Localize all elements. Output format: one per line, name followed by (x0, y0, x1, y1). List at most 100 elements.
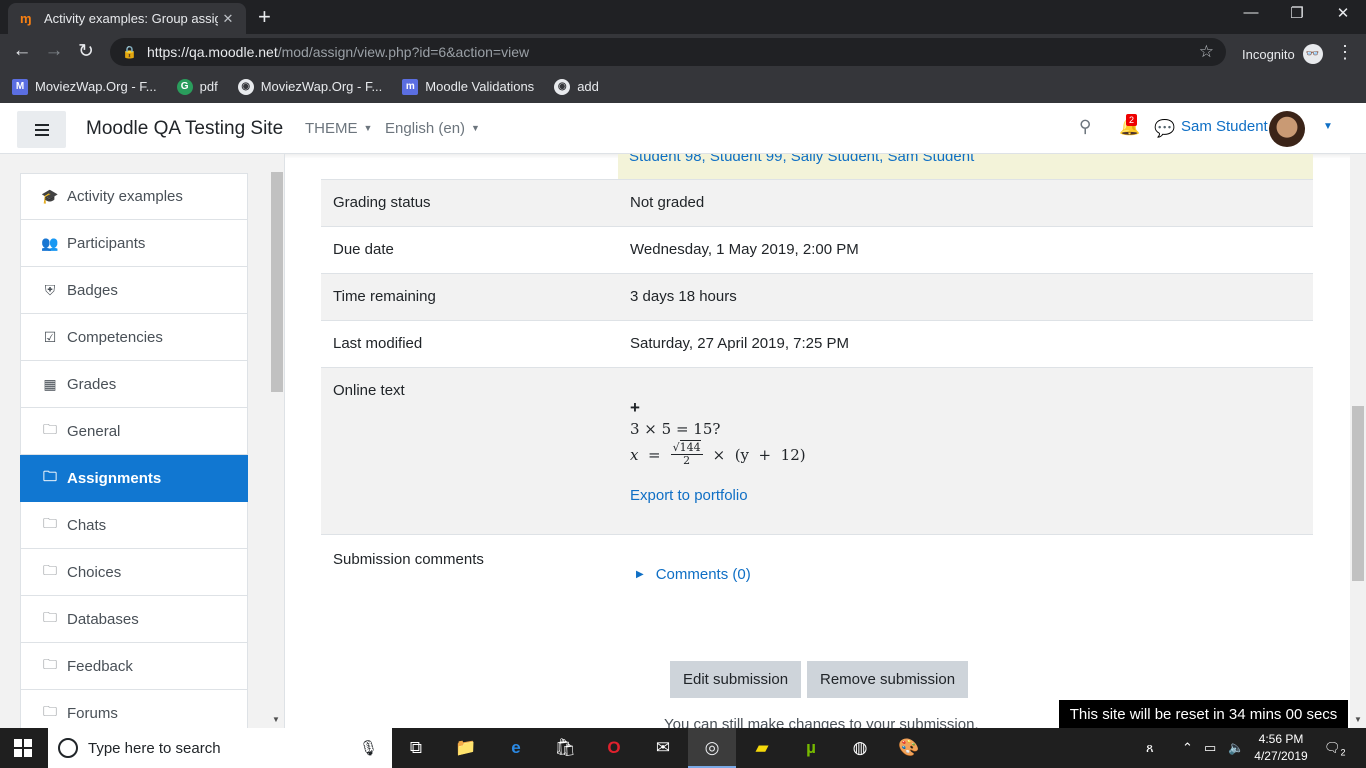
graduation-cap-icon: 🎓 (41, 188, 59, 204)
equation-lhs: x = (630, 445, 661, 464)
drawer-item-label: Choices (67, 563, 122, 581)
edge-icon[interactable]: e (504, 736, 528, 760)
action-center-icon[interactable]: 🗨2 (1324, 740, 1346, 758)
bookmark-item[interactable]: Gpdf (176, 78, 218, 95)
forward-icon[interactable]: → (39, 40, 69, 62)
mail-icon[interactable]: ✉ (651, 736, 675, 760)
comments-link-label: Comments (0) (655, 566, 751, 583)
drawer-list: 🎓 Activity examples 👥 Participants ⛨ Badges ☑ C… (20, 173, 248, 728)
bookmark-item[interactable]: m Moodle Validations (402, 78, 534, 95)
lock-icon: 🔒 (122, 45, 137, 59)
user-menu-caret-icon[interactable]: ▼ (1323, 121, 1333, 132)
theme-label: THEME (305, 120, 358, 137)
drawer-scroll-thumb[interactable] (271, 172, 283, 392)
utorrent-icon[interactable]: µ (799, 736, 823, 760)
bookmark-item[interactable]: ◉ MoviezWap.Org - F... (237, 78, 383, 95)
address-bar-row: ← → ↻ 🔒 https://qa.moodle.net/mod/assign… (0, 34, 1366, 70)
drawer-item-assignments[interactable]: 🗀 Assignments (20, 455, 248, 502)
paint-icon[interactable]: 🎨 (897, 736, 921, 760)
reload-icon[interactable]: ↻ (71, 40, 101, 63)
folder-icon: 🗀 (43, 515, 57, 531)
globe-icon: ◉ (237, 78, 254, 95)
drawer-item-activity-examples[interactable]: 🎓 Activity examples (20, 173, 248, 220)
search-icon[interactable]: ⚲ (1079, 117, 1091, 137)
restore-icon[interactable]: ❐ (1274, 4, 1320, 22)
expand-plus-icon[interactable]: + (630, 398, 640, 418)
equation-line-1: 3 × 5 = 15? (630, 420, 721, 438)
drawer-item-badges[interactable]: ⛨ Badges (20, 267, 248, 314)
moodle-favicon-icon: ɱ (20, 11, 32, 26)
row-label: Last modified (333, 335, 423, 352)
drawer-item-participants[interactable]: 👥 Participants (20, 220, 248, 267)
drawer-item-feedback[interactable]: 🗀 Feedback (20, 643, 248, 690)
bookmark-label: MoviezWap.Org - F... (260, 79, 383, 94)
status-row-last-modified: Last modified Saturday, 27 April 2019, 7… (321, 320, 1313, 367)
site-name[interactable]: Moodle QA Testing Site (86, 118, 283, 140)
bookmark-label: MoviezWap.Org - F... (35, 79, 157, 94)
messages-icon[interactable]: 💬 (1154, 119, 1175, 139)
bookmark-item[interactable]: M MoviezWap.Org - F... (12, 78, 157, 95)
chrome-icon[interactable]: ◎ (700, 736, 724, 760)
windows-start-icon[interactable] (14, 739, 32, 757)
scroll-down-arrow-icon[interactable]: ▼ (272, 715, 280, 724)
back-icon[interactable]: ← (7, 40, 37, 62)
language-dropdown[interactable]: English (en) ▼ (385, 120, 480, 137)
theme-dropdown[interactable]: THEME ▼ (305, 120, 372, 137)
status-row-time-remaining: Time remaining 3 days 18 hours (321, 273, 1313, 320)
user-name[interactable]: Sam Student (1181, 118, 1268, 135)
drawer-toggle-button[interactable] (17, 111, 66, 148)
file-explorer-icon[interactable]: 📁 (454, 736, 478, 760)
close-tab-icon[interactable]: ✕ (218, 11, 238, 27)
avatar[interactable] (1269, 111, 1305, 147)
volume-icon[interactable]: 🔈 (1228, 740, 1244, 756)
taskbar-search-box[interactable]: Type here to search 🎙 (48, 728, 392, 768)
drawer-item-label: Grades (67, 375, 117, 393)
task-view-icon[interactable]: ⧉ (404, 736, 428, 760)
status-row-due-date: Due date Wednesday, 1 May 2019, 2:00 PM (321, 226, 1313, 273)
folder-icon: 🗀 (43, 609, 57, 625)
comments-toggle-link[interactable]: ▶ Comments (0) (636, 566, 751, 583)
browser-tab[interactable]: ɱ Activity examples: Group assignm ✕ (8, 3, 246, 34)
scroll-down-arrow-icon[interactable]: ▼ (1354, 715, 1362, 724)
clock-time: 4:56 PM (1258, 732, 1304, 746)
store-icon[interactable]: 🛍 (553, 736, 577, 760)
new-tab-icon[interactable]: + (258, 4, 271, 30)
browser-menu-icon[interactable]: ⋮ (1336, 42, 1354, 63)
drawer-item-general[interactable]: 🗀 General (20, 408, 248, 455)
drawer-item-choices[interactable]: 🗀 Choices (20, 549, 248, 596)
drawer-item-competencies[interactable]: ☑ Competencies (20, 314, 248, 361)
drawer-item-label: Forums (67, 704, 118, 722)
minimize-icon[interactable]: — (1228, 4, 1274, 21)
drawer-item-chats[interactable]: 🗀 Chats (20, 502, 248, 549)
remove-submission-button[interactable]: Remove submission (807, 661, 969, 698)
drawer-scrollbar[interactable]: ▼ (270, 162, 283, 728)
status-row-comments: Submission comments ▶ Comments (0) (321, 534, 1313, 634)
drawer-item-databases[interactable]: 🗀 Databases (20, 596, 248, 643)
incognito-indicator[interactable]: Incognito 👓 (1242, 44, 1323, 64)
table-icon: ▦ (43, 375, 57, 392)
group-members-links[interactable]: Student 98, Student 99, Sally Student, S… (629, 154, 974, 165)
show-hidden-icons-icon[interactable]: ⌃ (1182, 740, 1193, 756)
export-to-portfolio-link[interactable]: Export to portfolio (630, 487, 748, 504)
page-scrollbar[interactable]: ▼ (1350, 154, 1366, 728)
search-placeholder: Type here to search (88, 739, 221, 757)
opera-icon[interactable]: O (602, 736, 626, 760)
close-window-icon[interactable]: ✕ (1320, 4, 1366, 22)
bookmark-item[interactable]: ◉ add (554, 78, 599, 95)
fraction-denominator: 2 (683, 454, 691, 467)
battery-icon[interactable]: ▭ (1204, 740, 1216, 756)
people-icon[interactable]: ጸ (1146, 740, 1154, 756)
sticky-notes-icon[interactable]: ▰ (750, 736, 774, 760)
edit-submission-button[interactable]: Edit submission (670, 661, 802, 698)
action-center-count: 2 (1340, 747, 1346, 758)
drawer-item-grades[interactable]: ▦ Grades (20, 361, 248, 408)
incognito-icon: 👓 (1302, 44, 1323, 64)
bookmark-star-icon[interactable]: ☆ (1199, 42, 1214, 62)
drawer-item-label: Competencies (67, 328, 163, 346)
url-bar[interactable]: 🔒 https://qa.moodle.net/mod/assign/view.… (110, 38, 1226, 66)
app-icon[interactable]: ◍ (848, 736, 872, 760)
taskbar-clock[interactable]: 4:56 PM 4/27/2019 (1250, 731, 1312, 765)
drawer-item-forums[interactable]: 🗀 Forums (20, 690, 248, 728)
page-scroll-thumb[interactable] (1352, 406, 1364, 581)
microphone-icon[interactable]: 🎙 (359, 739, 378, 757)
